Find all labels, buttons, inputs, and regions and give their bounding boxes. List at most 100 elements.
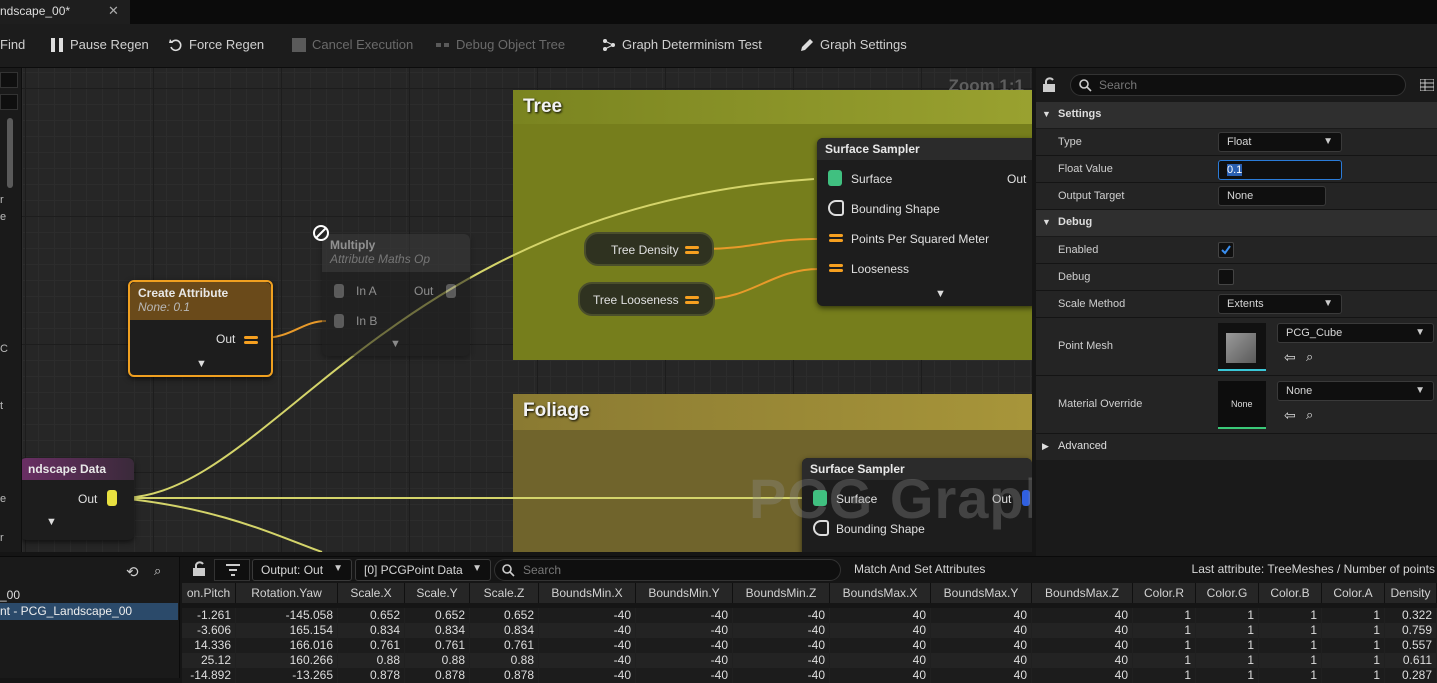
- float-value-input[interactable]: 0.1: [1218, 160, 1342, 180]
- material-thumbnail[interactable]: None: [1218, 381, 1266, 429]
- chevron-down-icon: ▼: [1323, 298, 1333, 309]
- graph-settings-button[interactable]: Graph Settings: [800, 37, 907, 52]
- out-pin[interactable]: [107, 490, 117, 506]
- refresh-icon: [169, 38, 182, 51]
- column-header[interactable]: BoundsMax.Z: [1032, 583, 1133, 603]
- expand-chevron-icon[interactable]: ▼: [46, 516, 57, 528]
- toolbar: Find Pause Regen Force Regen Cancel Exec…: [0, 24, 1437, 68]
- cancel-execution-button[interactable]: Cancel Execution: [292, 37, 413, 52]
- prop-label: Scale Method: [1058, 298, 1126, 310]
- table-cell: -40: [636, 653, 733, 668]
- column-header[interactable]: BoundsMin.Y: [636, 583, 733, 603]
- tree-density-node[interactable]: Tree Density: [584, 232, 714, 266]
- column-header[interactable]: Scale.Z: [470, 583, 539, 603]
- column-header[interactable]: Scale.X: [338, 583, 405, 603]
- in-b-pin[interactable]: [334, 314, 344, 328]
- bounding-shape-pin[interactable]: [828, 200, 844, 216]
- out-pin[interactable]: [685, 295, 701, 305]
- browse-icon[interactable]: ⌕: [1306, 407, 1313, 423]
- table-cell: 0.759: [1385, 623, 1437, 638]
- scrollbar[interactable]: [7, 118, 13, 188]
- in-a-pin[interactable]: [334, 284, 344, 298]
- point-mesh-dropdown[interactable]: PCG_Cube ▼: [1277, 323, 1434, 343]
- enabled-checkbox[interactable]: [1218, 242, 1234, 258]
- column-header[interactable]: Color.A: [1322, 583, 1385, 603]
- out-pin[interactable]: [244, 335, 260, 345]
- column-header[interactable]: Color.G: [1196, 583, 1259, 603]
- column-header[interactable]: Scale.Y: [405, 583, 470, 603]
- graph-canvas[interactable]: Zoom 1:1 Tree Foliage Create Attribute N…: [22, 68, 1032, 552]
- close-tab-icon[interactable]: ✕: [108, 3, 119, 19]
- strip-combo[interactable]: [0, 72, 18, 88]
- expand-chevron-icon[interactable]: ▼: [196, 358, 207, 370]
- column-header[interactable]: Density: [1385, 583, 1437, 603]
- table-cell: 0.761: [338, 638, 405, 653]
- details-panel: Search ▼ Settings Type Float ▼ Float Val…: [1036, 68, 1437, 556]
- mesh-thumbnail[interactable]: [1218, 323, 1266, 371]
- table-cell: 0.834: [470, 623, 539, 638]
- table-cell: -14.892: [182, 668, 236, 683]
- dropdown-value: PCG_Cube: [1286, 327, 1343, 339]
- surface-sampler-tree-node[interactable]: Surface Sampler Surface Out Bounding Sha…: [817, 138, 1032, 306]
- column-header[interactable]: on.Pitch: [182, 583, 236, 603]
- table-cell: 0.557: [1385, 638, 1437, 653]
- document-tab[interactable]: ndscape_00* ✕: [0, 0, 130, 24]
- force-regen-button[interactable]: Force Regen: [169, 37, 264, 52]
- column-header[interactable]: BoundsMin.Z: [733, 583, 830, 603]
- thumbnail-label: None: [1231, 399, 1253, 409]
- float-value-row: Float Value 0.1: [1036, 156, 1437, 183]
- determinism-test-button[interactable]: Graph Determinism Test: [602, 37, 762, 52]
- details-search-input[interactable]: Search: [1070, 74, 1406, 96]
- points-per-meter-pin[interactable]: [829, 233, 845, 243]
- list-item-selected[interactable]: nt - PCG_Landscape_00: [0, 603, 178, 620]
- scale-method-dropdown[interactable]: Extents ▼: [1218, 294, 1342, 314]
- debug-object-tree-button[interactable]: Debug Object Tree: [436, 37, 565, 52]
- table-cell: -40: [539, 623, 636, 638]
- output-target-input[interactable]: None: [1218, 186, 1326, 206]
- node-subtitle: None: 0.1: [138, 300, 191, 314]
- out-pin[interactable]: [685, 245, 701, 255]
- landscape-data-node[interactable]: ndscape Data Out ▼: [22, 458, 134, 540]
- type-dropdown[interactable]: Float ▼: [1218, 132, 1342, 152]
- column-header[interactable]: Color.R: [1133, 583, 1196, 603]
- pause-regen-button[interactable]: Pause Regen: [50, 37, 149, 52]
- list-item[interactable]: _00: [0, 588, 20, 602]
- table-cell: 0.322: [1385, 608, 1437, 623]
- looseness-pin[interactable]: [829, 263, 845, 273]
- strip-field[interactable]: [0, 94, 18, 110]
- browse-folder-icon[interactable]: ⌕: [154, 563, 161, 579]
- graph-test-icon: [603, 38, 615, 51]
- table-cell: 1: [1322, 608, 1385, 623]
- find-button[interactable]: Find: [0, 37, 25, 52]
- multiply-node[interactable]: Multiply Attribute Maths Op In A Out In …: [322, 234, 470, 356]
- column-header[interactable]: Color.B: [1259, 583, 1322, 603]
- column-header[interactable]: Rotation.Yaw: [236, 583, 338, 603]
- view-options-icon[interactable]: [1420, 79, 1434, 91]
- debug-checkbox[interactable]: [1218, 269, 1234, 285]
- advanced-section-header[interactable]: ▶ Advanced: [1036, 434, 1437, 460]
- table-cell: 1: [1133, 668, 1196, 683]
- column-header[interactable]: BoundsMin.X: [539, 583, 636, 603]
- expand-chevron-icon[interactable]: ▼: [390, 338, 401, 350]
- tree-looseness-node[interactable]: Tree Looseness: [578, 282, 715, 316]
- use-selected-icon[interactable]: ⇦: [1284, 349, 1296, 366]
- table-cell: -40: [636, 608, 733, 623]
- column-header[interactable]: BoundsMax.X: [830, 583, 931, 603]
- lock-icon[interactable]: [1042, 77, 1056, 93]
- table-cell: -40: [733, 623, 830, 638]
- expand-chevron-icon[interactable]: ▼: [935, 288, 946, 300]
- material-override-dropdown[interactable]: None ▼: [1277, 381, 1434, 401]
- table-cell: 166.016: [236, 638, 338, 653]
- dropdown-value: None: [1286, 385, 1313, 397]
- surface-pin[interactable]: [828, 170, 842, 186]
- use-selected-icon[interactable]: ⇦: [1284, 407, 1296, 424]
- create-attribute-node[interactable]: Create Attribute None: 0.1 Out ▼: [128, 280, 273, 377]
- back-icon[interactable]: ⟲: [126, 563, 139, 581]
- column-header[interactable]: BoundsMax.Y: [931, 583, 1032, 603]
- browse-icon[interactable]: ⌕: [1306, 349, 1313, 365]
- attribute-table: on.Pitch Rotation.Yaw Scale.X Scale.Y Scale.…: [182, 557, 1437, 683]
- out-pin[interactable]: [446, 284, 456, 298]
- out-label: Out: [1007, 172, 1027, 186]
- debug-section-header[interactable]: ▼ Debug: [1036, 210, 1437, 236]
- settings-section-header[interactable]: ▼ Settings: [1036, 102, 1437, 128]
